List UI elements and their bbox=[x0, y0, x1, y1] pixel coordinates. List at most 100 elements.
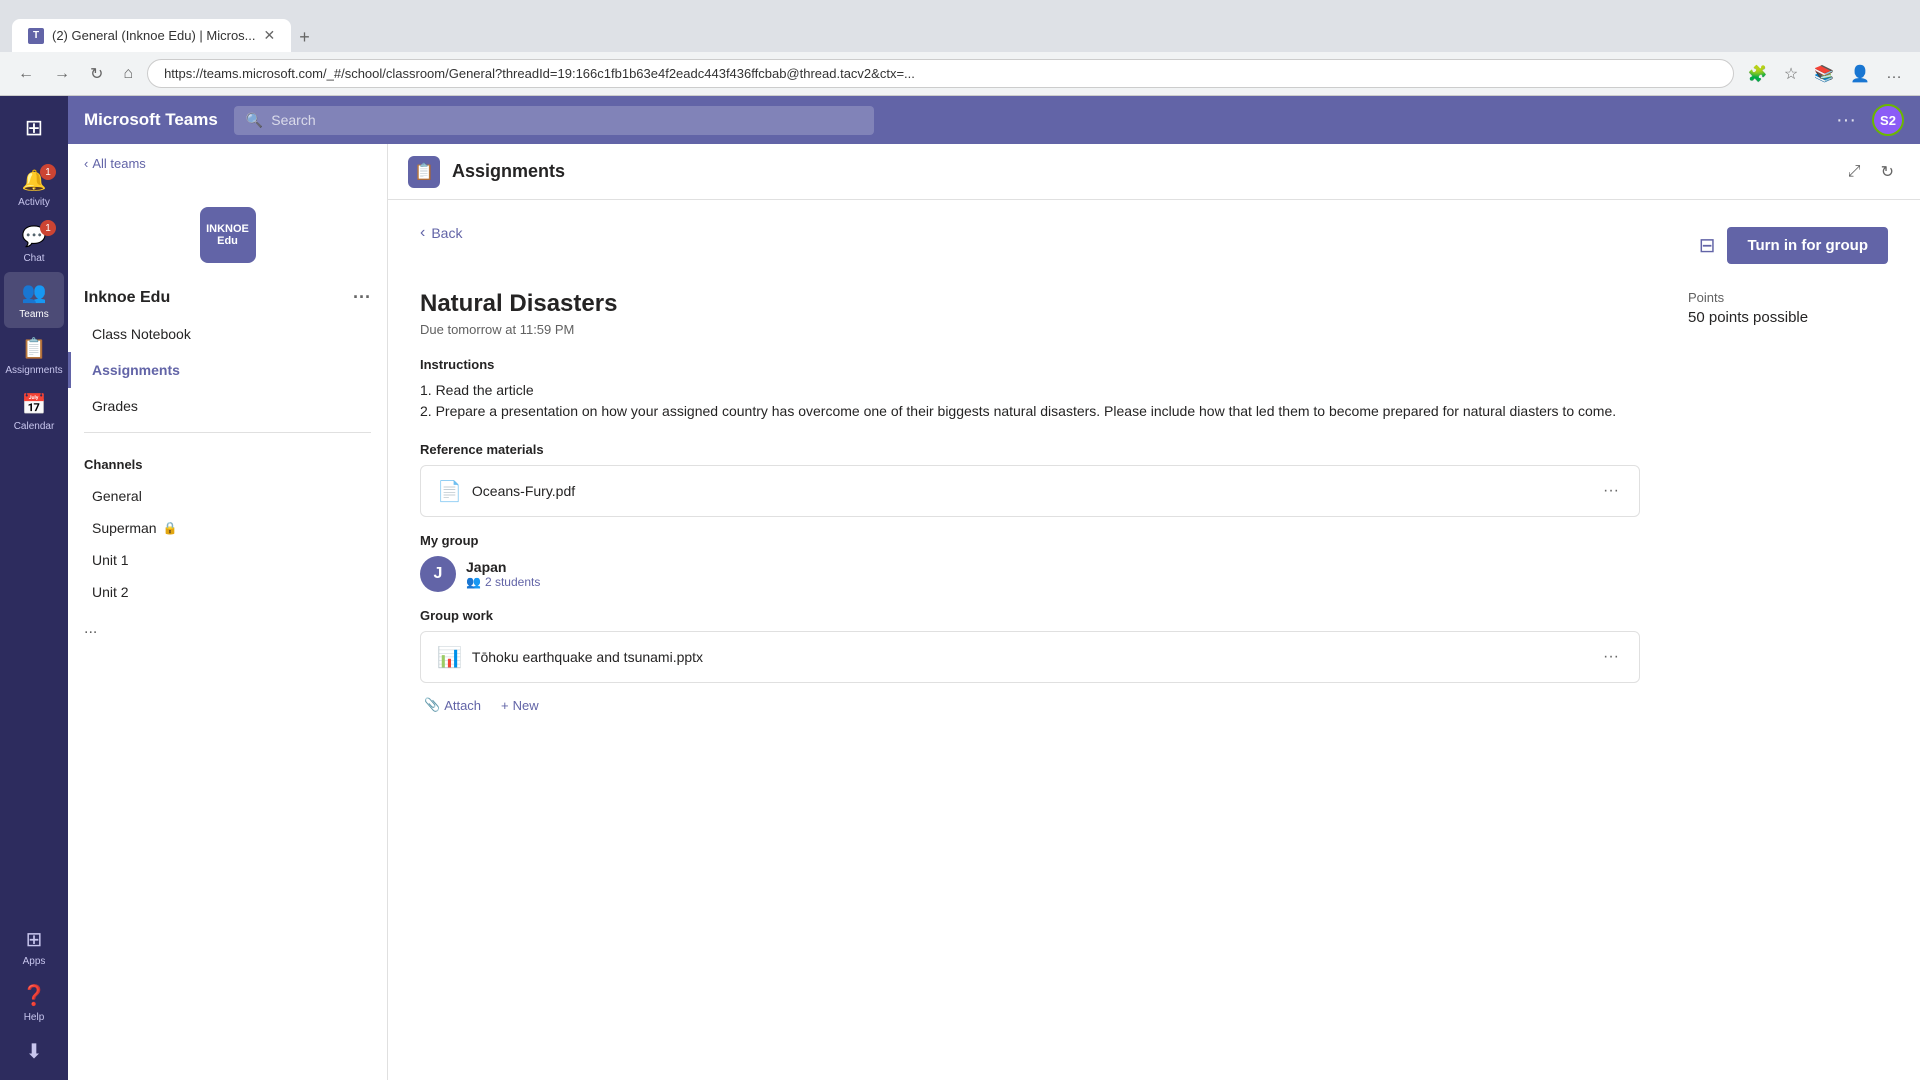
refresh-content-button[interactable]: ↻ bbox=[1875, 156, 1900, 188]
pptx-file-icon: 📊 bbox=[437, 645, 462, 670]
points-section: Points 50 points possible bbox=[1688, 290, 1888, 719]
channel-general[interactable]: General bbox=[68, 480, 387, 512]
reference-file-card[interactable]: 📄 Oceans-Fury.pdf ··· bbox=[420, 465, 1640, 517]
team-name-header: Inknoe Edu ··· bbox=[68, 287, 387, 316]
calendar-icon: 📅 bbox=[22, 392, 47, 417]
url-bar[interactable] bbox=[147, 59, 1734, 88]
instructions-label: Instructions bbox=[420, 357, 1640, 372]
attach-icon: 📎 bbox=[424, 697, 440, 713]
teams-logo-icon: ⊞ bbox=[25, 115, 43, 141]
main-header: 📋 Assignments ⤢ ↻ bbox=[388, 144, 1920, 200]
content-top-bar: ‹ Back ⊟ Turn in for group bbox=[420, 224, 1888, 266]
group-file-card[interactable]: 📊 Tōhoku earthquake and tsunami.pptx ··· bbox=[420, 631, 1640, 683]
nav-item-download[interactable]: ⬇ bbox=[4, 1031, 64, 1072]
sidebar-back-area: ‹ All teams bbox=[68, 144, 387, 183]
assignments-header-icon: 📋 bbox=[408, 156, 440, 188]
favorites-button[interactable]: ☆ bbox=[1778, 58, 1804, 90]
activity-badge: 1 bbox=[40, 164, 56, 180]
group-file-name: Tōhoku earthquake and tsunami.pptx bbox=[472, 649, 1589, 665]
search-input[interactable] bbox=[271, 112, 862, 128]
refresh-button[interactable]: ↻ bbox=[84, 58, 109, 90]
new-file-button[interactable]: + New bbox=[497, 691, 543, 719]
new-tab-button[interactable]: + bbox=[291, 23, 318, 52]
more-channels-button[interactable]: ... bbox=[84, 620, 97, 637]
nav-item-assignments[interactable]: 📋 Assignments bbox=[4, 328, 64, 384]
points-value: 50 points possible bbox=[1688, 309, 1888, 326]
tab-favicon: T bbox=[28, 28, 44, 44]
back-label: Back bbox=[431, 225, 462, 241]
more-options-button[interactable]: ··· bbox=[1836, 109, 1856, 132]
my-group-label: My group bbox=[420, 533, 1640, 548]
profile-button[interactable]: 👤 bbox=[1844, 58, 1876, 90]
nav-item-teams[interactable]: 👥 Teams bbox=[4, 272, 64, 328]
app-header: Microsoft Teams 🔍 ··· S2 bbox=[68, 96, 1920, 144]
back-nav-button[interactable]: ← bbox=[12, 59, 40, 89]
app-container: ⊞ 1 🔔 Activity 1 💬 Chat 👥 Teams 📋 Assign… bbox=[0, 96, 1920, 1080]
nav-item-apps[interactable]: ⊞ Apps bbox=[4, 919, 64, 975]
attach-label: Attach bbox=[444, 698, 481, 713]
sidebar-nav-assignments[interactable]: Assignments bbox=[68, 352, 387, 388]
download-icon: ⬇ bbox=[26, 1039, 43, 1064]
search-icon: 🔍 bbox=[246, 112, 263, 129]
tab-title: (2) General (Inknoe Edu) | Micros... bbox=[52, 28, 256, 43]
nav-item-activity[interactable]: 1 🔔 Activity bbox=[4, 160, 64, 216]
nav-item-help[interactable]: ❓ Help bbox=[4, 975, 64, 1031]
group-item: J Japan 👥 2 students bbox=[420, 556, 1640, 592]
chat-label: Chat bbox=[23, 253, 44, 264]
back-arrow-icon: ‹ bbox=[420, 224, 425, 242]
more-tools-button[interactable]: … bbox=[1880, 58, 1908, 90]
sidebar-nav-notebook[interactable]: Class Notebook bbox=[68, 316, 387, 352]
reference-file-menu-button[interactable]: ··· bbox=[1599, 478, 1623, 504]
header-actions: ⤢ ↻ bbox=[1842, 156, 1900, 188]
apps-label: Apps bbox=[23, 956, 46, 967]
turn-in-button[interactable]: Turn in for group bbox=[1727, 227, 1888, 264]
channel-general-label: General bbox=[92, 488, 142, 504]
sidebar-divider bbox=[84, 432, 371, 433]
team-options-button[interactable]: ··· bbox=[353, 287, 371, 308]
chat-badge: 1 bbox=[40, 220, 56, 236]
back-chevron-icon: ‹ bbox=[84, 156, 88, 171]
activity-label: Activity bbox=[18, 197, 50, 208]
all-teams-back-button[interactable]: ‹ All teams bbox=[84, 156, 146, 171]
assignment-layout: Natural Disasters Due tomorrow at 11:59 … bbox=[420, 290, 1888, 719]
nav-item-calendar[interactable]: 📅 Calendar bbox=[4, 384, 64, 440]
extensions-button[interactable]: 🧩 bbox=[1742, 58, 1774, 90]
group-section: My group J Japan 👥 2 students bbox=[420, 533, 1640, 592]
user-avatar[interactable]: S2 bbox=[1872, 104, 1904, 136]
expand-button[interactable]: ⤢ bbox=[1842, 156, 1867, 188]
help-label: Help bbox=[24, 1012, 45, 1023]
attach-button[interactable]: 📎 Attach bbox=[420, 691, 485, 719]
search-bar[interactable]: 🔍 bbox=[234, 106, 874, 135]
browser-chrome: T (2) General (Inknoe Edu) | Micros... ✕… bbox=[0, 0, 1920, 52]
new-icon: + bbox=[501, 698, 509, 713]
app-logo-area: ⊞ bbox=[10, 104, 58, 152]
teams-label: Teams bbox=[19, 309, 48, 320]
new-label: New bbox=[513, 698, 539, 713]
main-content: 📋 Assignments ⤢ ↻ ‹ Back ⊟ Turn in for g… bbox=[388, 144, 1920, 1080]
back-to-assignments-link[interactable]: ‹ Back bbox=[420, 224, 462, 242]
channel-superman[interactable]: Superman 🔒 bbox=[68, 512, 387, 544]
reference-file-name: Oceans-Fury.pdf bbox=[472, 483, 1589, 499]
assignment-due: Due tomorrow at 11:59 PM bbox=[420, 322, 1640, 337]
collections-button[interactable]: 📚 bbox=[1808, 58, 1840, 90]
home-button[interactable]: ⌂ bbox=[117, 59, 139, 89]
tab-close-button[interactable]: ✕ bbox=[264, 27, 276, 44]
team-logo-area: INKNOE Edu bbox=[68, 183, 387, 287]
all-teams-label: All teams bbox=[92, 156, 145, 171]
active-tab[interactable]: T (2) General (Inknoe Edu) | Micros... ✕ bbox=[12, 19, 291, 52]
group-students: 👥 2 students bbox=[466, 575, 540, 589]
sidebar-nav-grades[interactable]: Grades bbox=[68, 388, 387, 424]
main-title: Assignments bbox=[452, 161, 1830, 182]
assignment-details: Natural Disasters Due tomorrow at 11:59 … bbox=[420, 290, 1640, 719]
nav-rail: ⊞ 1 🔔 Activity 1 💬 Chat 👥 Teams 📋 Assign… bbox=[0, 96, 68, 1080]
top-right-actions: ⊟ Turn in for group bbox=[1699, 227, 1888, 264]
lock-icon: 🔒 bbox=[163, 521, 178, 535]
browser-actions: 🧩 ☆ 📚 👤 … bbox=[1742, 58, 1908, 90]
channel-unit1[interactable]: Unit 1 bbox=[68, 544, 387, 576]
attachment-actions: 📎 Attach + New bbox=[420, 691, 1640, 719]
nav-item-chat[interactable]: 1 💬 Chat bbox=[4, 216, 64, 272]
channel-unit2[interactable]: Unit 2 bbox=[68, 576, 387, 608]
forward-nav-button[interactable]: → bbox=[48, 59, 76, 89]
view-toggle-button[interactable]: ⊟ bbox=[1699, 233, 1716, 258]
group-file-menu-button[interactable]: ··· bbox=[1599, 644, 1623, 670]
